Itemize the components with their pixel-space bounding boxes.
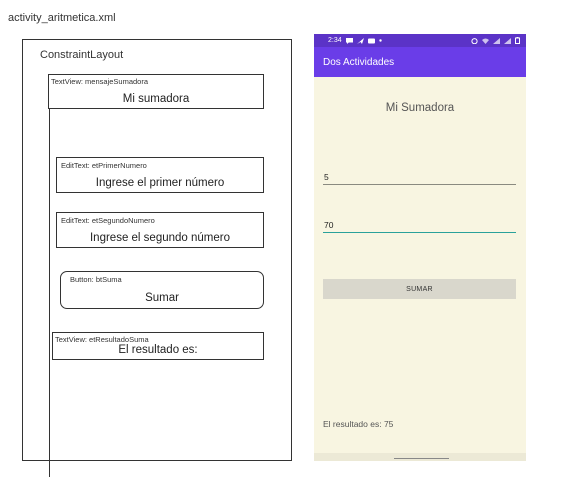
file-title: activity_aritmetica.xml (8, 12, 116, 24)
message-icon (345, 37, 353, 44)
first-number-input[interactable]: 5 (323, 172, 516, 185)
result-text: El resultado es: 75 (323, 419, 394, 429)
status-bar: 2:34 (314, 34, 526, 47)
wf-button-suma: Button: btSuma Sumar (60, 271, 264, 309)
wf-caption: TextView: mensajeSumadora (51, 77, 148, 86)
navigation-bar (314, 453, 526, 461)
wf-text: Ingrese el segundo número (89, 232, 230, 244)
gesture-handle[interactable] (394, 457, 449, 459)
battery-icon (515, 37, 520, 44)
layout-wireframe: ConstraintLayout TextView: mensajeSumado… (22, 39, 292, 477)
send-icon (356, 37, 364, 44)
signal-icon (504, 37, 511, 44)
wf-text: El resultado es: (118, 344, 198, 356)
app-bar: Dos Actividades (314, 47, 526, 77)
wf-textview-mensaje-sumadora: TextView: mensajeSumadora Mi sumadora (48, 74, 264, 109)
wf-caption: EditText: etPrimerNumero (61, 161, 147, 170)
sumadora-title: Mi Sumadora (385, 102, 455, 114)
wf-caption: Button: btSuma (70, 275, 122, 284)
app-title: Dos Actividades (323, 56, 395, 68)
second-number-input[interactable]: 70 (323, 220, 516, 233)
wf-textview-resultado-suma: TextView: etResultadoSuma El resultado e… (52, 332, 264, 360)
sumar-button[interactable]: SUMAR (323, 279, 516, 299)
alarm-icon (471, 37, 478, 44)
wf-text: Sumar (145, 292, 179, 304)
wf-caption: TextView: etResultadoSuma (55, 335, 149, 344)
signal-icon (493, 37, 500, 44)
wifi-icon (482, 38, 489, 44)
constraint-line (49, 74, 50, 477)
dot-icon (378, 39, 382, 42)
wf-text: Mi sumadora (122, 93, 190, 105)
wf-edittext-segundo-numero: EditText: etSegundoNumero Ingrese el seg… (56, 212, 264, 248)
media-icon (367, 38, 375, 43)
phone-screen: 2:34 Dos Actividades Mi Sumadora 5 70 SU… (314, 34, 526, 461)
wf-caption: EditText: etSegundoNumero (61, 216, 155, 225)
wf-edittext-primer-numero: EditText: etPrimerNumero Ingrese el prim… (56, 157, 264, 193)
status-time: 2:34 (328, 37, 342, 44)
constraint-layout-label: ConstraintLayout (40, 49, 124, 61)
wf-text: Ingrese el primer número (95, 177, 225, 189)
